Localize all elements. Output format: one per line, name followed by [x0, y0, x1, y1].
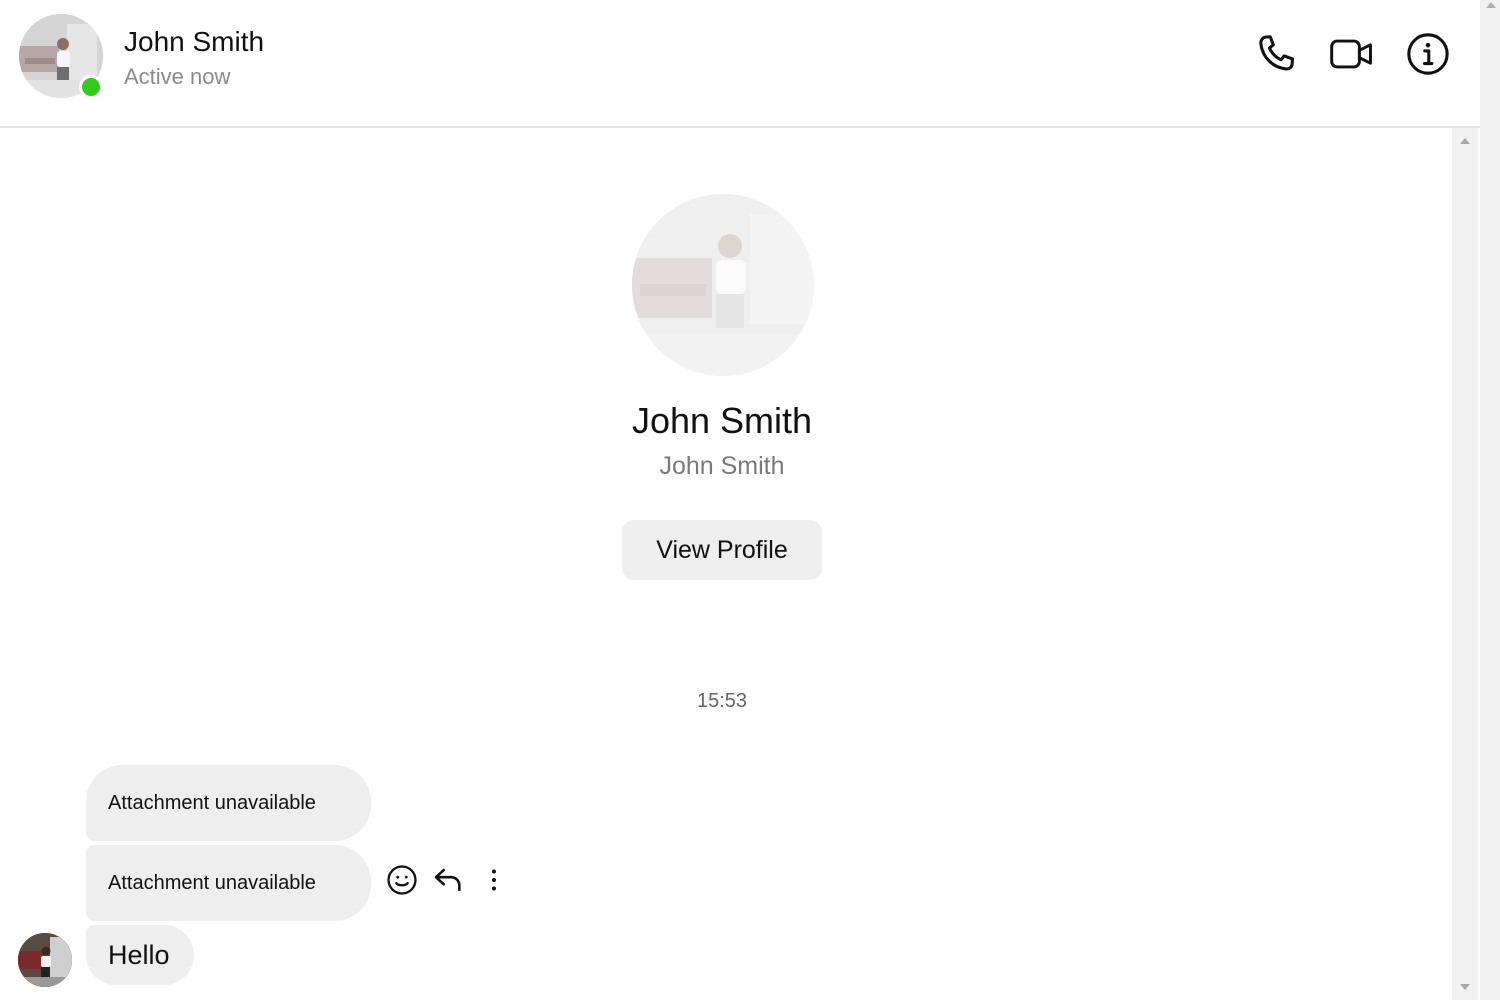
more-options-icon[interactable]: [476, 862, 512, 898]
video-icon[interactable]: [1328, 30, 1376, 78]
view-profile-button[interactable]: View Profile: [622, 520, 822, 580]
scroll-down-arrow-icon[interactable]: [1460, 984, 1470, 990]
message-timestamp: 15:53: [696, 690, 748, 712]
message-bubble[interactable]: Attachment unavailable: [86, 765, 371, 841]
profile-avatar: [632, 194, 814, 376]
reply-icon[interactable]: [430, 862, 466, 898]
profile-username: John Smith: [659, 452, 785, 480]
info-icon[interactable]: [1404, 30, 1452, 78]
profile-name: John Smith: [631, 400, 813, 441]
message-bubble[interactable]: Hello: [86, 925, 194, 985]
window-scroll-up-icon[interactable]: [1486, 2, 1496, 8]
header-actions: [1252, 30, 1452, 78]
profile-photo: [632, 194, 814, 376]
active-status: Active now: [124, 64, 231, 89]
conversation-header: John Smith Active now: [0, 0, 1480, 128]
contact-name[interactable]: John Smith: [124, 26, 264, 58]
phone-icon[interactable]: [1252, 30, 1300, 78]
emoji-reaction-icon[interactable]: [384, 862, 420, 898]
sender-photo: [18, 933, 72, 987]
message-hover-actions: [384, 862, 512, 898]
scroll-up-arrow-icon[interactable]: [1460, 138, 1470, 144]
online-status-dot: [79, 75, 103, 99]
messenger-window: John Smith Active now John Smith John Sm…: [0, 0, 1500, 1000]
window-scrollbar[interactable]: [1480, 0, 1500, 1000]
message-bubble[interactable]: Attachment unavailable: [86, 845, 371, 921]
sender-avatar[interactable]: [18, 933, 72, 987]
chat-scrollbar[interactable]: [1452, 128, 1478, 1000]
